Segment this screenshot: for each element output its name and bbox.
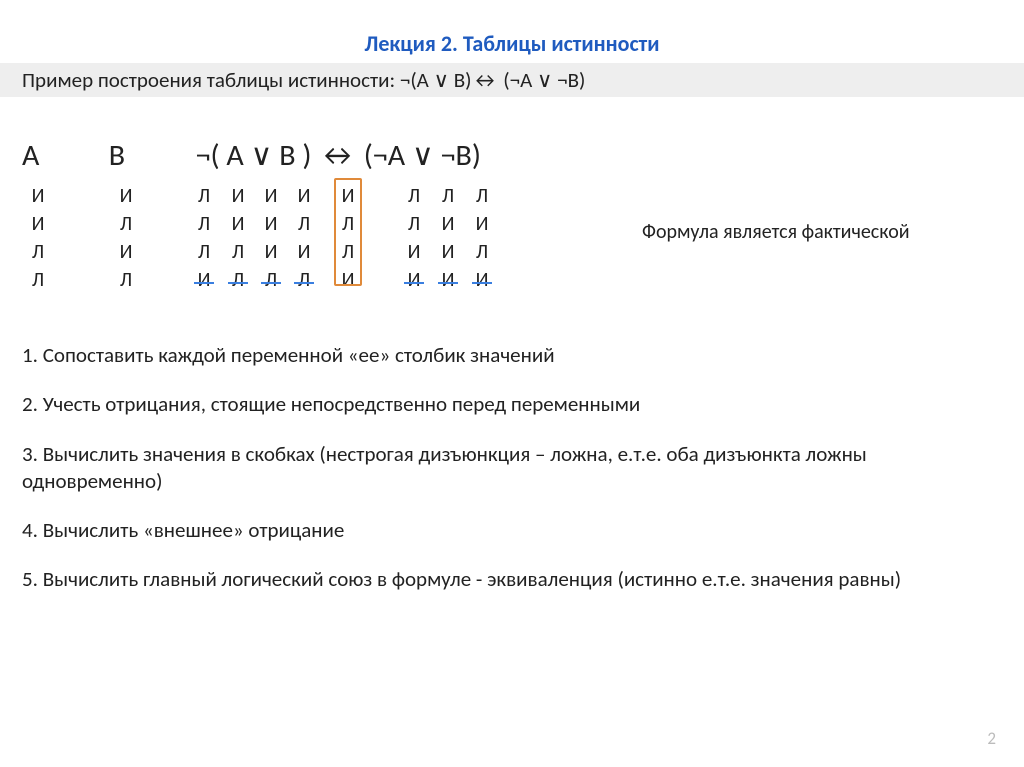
step-3: 3. Вычислить значения в скобках (нестрог…	[22, 441, 994, 496]
truth-cell: И	[434, 266, 462, 294]
truth-cell: И	[468, 266, 496, 294]
truth-cell: Л	[224, 266, 252, 294]
truth-cell: Л	[400, 210, 428, 238]
truth-column-4: ИИИЛ	[257, 182, 285, 294]
column-underline	[404, 282, 424, 284]
truth-cell: Л	[24, 238, 52, 266]
truth-cell: И	[190, 266, 218, 294]
truth-cell: И	[112, 182, 140, 210]
truth-cell: И	[224, 210, 252, 238]
step-4: 4. Вычислить «внешнее» отрицание	[22, 517, 994, 544]
truth-cell: И	[290, 238, 318, 266]
header-B: B	[109, 137, 189, 174]
column-underline	[294, 282, 314, 284]
truth-column-6: ИЛЛИ	[334, 182, 362, 294]
truth-column-9: ЛИЛИ	[468, 182, 496, 294]
truth-cell: Л	[434, 182, 462, 210]
truth-cell: И	[434, 210, 462, 238]
truth-cell: Л	[112, 266, 140, 294]
truth-cell: И	[400, 266, 428, 294]
step-5: 5. Вычислить главный логический союз в ф…	[22, 566, 994, 593]
page-number: 2	[987, 728, 996, 749]
truth-cell: Л	[468, 182, 496, 210]
truth-cell: Л	[190, 182, 218, 210]
truth-cell: И	[24, 210, 52, 238]
truth-cell: И	[257, 182, 285, 210]
truth-cell: Л	[468, 238, 496, 266]
truth-cell: Л	[290, 210, 318, 238]
main-connective-box	[334, 178, 362, 286]
truth-table: Формула является фактической ИИЛЛИЛИЛЛЛЛ…	[22, 182, 1024, 312]
truth-column-1: ИЛИЛ	[112, 182, 140, 294]
formula-header: A B ¬( A ∨ B ) ↔ (¬A ∨ ¬B)	[22, 137, 1024, 174]
truth-cell: Л	[24, 266, 52, 294]
truth-cell: Л	[400, 182, 428, 210]
step-2: 2. Учесть отрицания, стоящие непосредств…	[22, 391, 994, 418]
truth-column-0: ИИЛЛ	[24, 182, 52, 294]
truth-cell: Л	[257, 266, 285, 294]
truth-cell: И	[257, 210, 285, 238]
truth-column-8: ЛИИИ	[434, 182, 462, 294]
column-underline	[228, 282, 248, 284]
truth-cell: Л	[224, 238, 252, 266]
header-expression: ¬( A ∨ B ) ↔ (¬A ∨ ¬B)	[196, 137, 481, 174]
truth-cell: И	[24, 182, 52, 210]
side-note: Формула является фактической	[642, 220, 910, 244]
column-underline	[438, 282, 458, 284]
truth-column-2: ЛЛЛИ	[190, 182, 218, 294]
truth-cell: И	[290, 182, 318, 210]
step-1: 1. Сопоставить каждой переменной «ее» ст…	[22, 342, 994, 369]
header-A: A	[22, 137, 102, 174]
truth-column-3: ИИЛЛ	[224, 182, 252, 294]
column-underline	[261, 282, 281, 284]
column-underline	[194, 282, 214, 284]
truth-cell: Л	[190, 210, 218, 238]
steps-list: 1. Сопоставить каждой переменной «ее» ст…	[22, 342, 994, 594]
lecture-title: Лекция 2. Таблицы истинности	[0, 0, 1024, 57]
column-underline	[472, 282, 492, 284]
truth-cell: И	[434, 238, 462, 266]
truth-cell: И	[400, 238, 428, 266]
truth-cell: И	[224, 182, 252, 210]
truth-column-7: ЛЛИИ	[400, 182, 428, 294]
truth-cell: Л	[290, 266, 318, 294]
truth-cell: Л	[112, 210, 140, 238]
truth-cell: Л	[190, 238, 218, 266]
truth-cell: И	[112, 238, 140, 266]
example-subtitle: Пример построения таблицы истинности: ¬(…	[0, 63, 1024, 97]
truth-cell: И	[468, 210, 496, 238]
truth-column-5: ИЛИЛ	[290, 182, 318, 294]
truth-cell: И	[257, 238, 285, 266]
